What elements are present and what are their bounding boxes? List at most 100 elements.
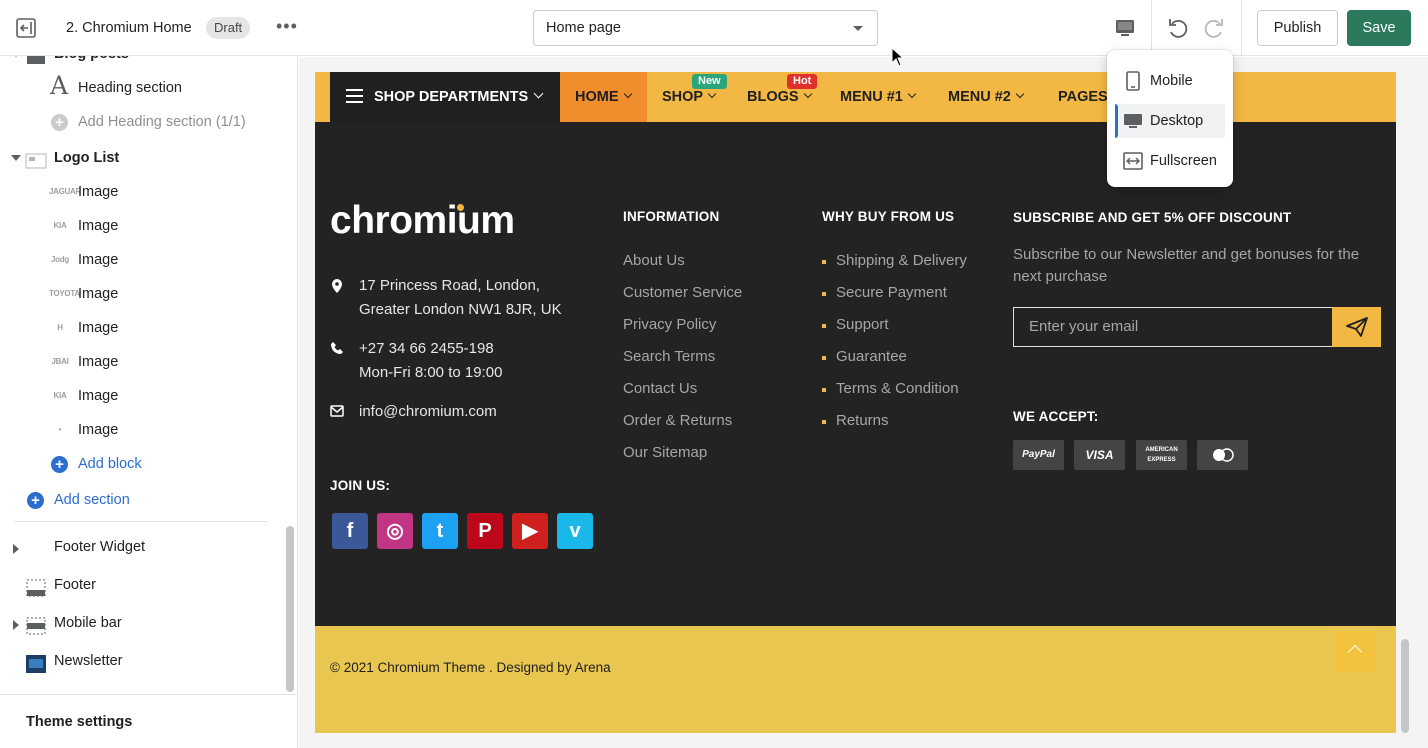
footer-link[interactable]: Support <box>836 315 889 335</box>
send-icon[interactable] <box>1332 307 1381 347</box>
section-icon <box>26 56 46 64</box>
redo-icon[interactable] <box>1201 15 1227 41</box>
new-badge: New <box>692 74 727 89</box>
footer-link[interactable]: Returns <box>836 411 889 431</box>
vimeo-icon[interactable]: v <box>557 513 593 549</box>
save-button[interactable]: Save <box>1347 10 1411 46</box>
pinterest-icon[interactable]: P <box>467 513 503 549</box>
fullscreen-icon <box>1123 152 1143 170</box>
phone-number: +27 34 66 2455-198 <box>359 340 494 357</box>
sidebar-scrollbar[interactable] <box>286 526 294 692</box>
chevron-down-icon <box>11 56 21 57</box>
hot-badge: Hot <box>787 74 818 89</box>
amex-icon: AMERICAN EXPRESS <box>1136 440 1187 470</box>
contact-email[interactable]: info@chromium.com <box>359 400 497 424</box>
desktop-icon[interactable] <box>1112 15 1138 41</box>
theme-settings-button[interactable]: Theme settings <box>0 694 297 748</box>
add-block-button[interactable]: + Add block <box>0 447 284 481</box>
more-icon[interactable]: ••• <box>276 17 298 39</box>
subscribe-text-2: next purchase <box>1013 268 1108 285</box>
footer-link[interactable]: Privacy Policy <box>623 315 716 335</box>
sidebar-item-logo-image[interactable]: JBAI Image <box>0 345 284 379</box>
nav-item-pages[interactable]: PAGES <box>1058 72 1108 122</box>
footer-link[interactable]: Terms & Condition <box>836 379 959 399</box>
newsletter-thumbnail-icon <box>26 652 46 673</box>
desktop-icon <box>1124 114 1142 128</box>
sidebar-item-footer[interactable]: Footer <box>0 568 284 602</box>
device-option-desktop[interactable]: Desktop <box>1115 104 1225 138</box>
sidebar-item-label: Blog posts <box>54 56 129 71</box>
footer-link[interactable]: Order & Returns <box>623 411 732 431</box>
sidebar-item-label: Image <box>78 184 119 200</box>
nav-label: HOME <box>575 89 619 105</box>
sidebar-item-footer-widget[interactable]: Footer Widget <box>0 530 284 564</box>
nav-item-home[interactable]: HOME <box>560 72 647 122</box>
footer-link[interactable]: Search Terms <box>623 347 715 367</box>
subscribe-text: Subscribe to our Newsletter and get bonu… <box>1013 246 1360 263</box>
sidebar-item-newsletter[interactable]: Newsletter <box>0 644 284 678</box>
device-option-label: Desktop <box>1150 113 1204 129</box>
sidebar-item-label: Image <box>78 252 119 268</box>
back-to-top-button[interactable] <box>1335 631 1376 672</box>
sidebar-item-logo-list[interactable]: Logo List <box>0 141 284 175</box>
preview-canvas: SHOP DEPARTMENTS HOME SHOP New BLOGS Hot… <box>299 57 1428 748</box>
bullet-icon <box>822 324 826 328</box>
exit-icon[interactable] <box>14 16 38 40</box>
youtube-icon[interactable]: ▶ <box>512 513 548 549</box>
undo-icon[interactable] <box>1165 15 1191 41</box>
bullet-icon <box>822 356 826 360</box>
sidebar-item-logo-image[interactable]: KIA Image <box>0 379 284 413</box>
sidebar-item-logo-image[interactable]: JAGUAR Image <box>0 175 284 209</box>
device-option-label: Fullscreen <box>1150 153 1217 169</box>
nav-item-menu-1[interactable]: MENU #1 <box>840 72 917 122</box>
nav-label: MENU #1 <box>840 89 903 105</box>
sidebar-item-logo-image[interactable]: KIA Image <box>0 209 284 243</box>
device-option-mobile[interactable]: Mobile <box>1107 64 1233 98</box>
twitter-icon[interactable]: t <box>422 513 458 549</box>
sidebar-item-logo-image[interactable]: • Image <box>0 413 284 447</box>
sidebar-item-blog-posts[interactable]: Blog posts <box>0 56 284 71</box>
sidebar-item-logo-image[interactable]: TOYOTA Image <box>0 277 284 311</box>
divider <box>14 521 268 522</box>
bullet-icon <box>822 420 826 424</box>
page-select[interactable]: Home page <box>533 10 878 46</box>
bullet-icon <box>822 388 826 392</box>
sidebar-item-label: Add Heading section (1/1) <box>78 114 246 130</box>
footer-link[interactable]: Customer Service <box>623 283 742 303</box>
preview-scrollbar[interactable] <box>1401 639 1409 733</box>
footer-link[interactable]: About Us <box>623 251 685 271</box>
shop-departments-label: SHOP DEPARTMENTS <box>374 89 529 105</box>
address-line-1: 17 Princess Road, London, <box>359 277 540 294</box>
sidebar-item-logo-image[interactable]: Jodg Image <box>0 243 284 277</box>
status-badge: Draft <box>206 17 251 39</box>
footer-link[interactable]: Shipping & Delivery <box>836 251 967 271</box>
brand-logo[interactable]: chromium <box>330 199 515 243</box>
information-heading: INFORMATION <box>623 209 720 224</box>
paypal-icon: PayPal <box>1013 440 1064 470</box>
shop-departments-button[interactable]: SHOP DEPARTMENTS <box>330 72 560 122</box>
newsletter-email-input[interactable]: Enter your email <box>1013 307 1333 347</box>
add-icon: + <box>51 456 68 473</box>
instagram-icon[interactable]: ◎ <box>377 513 413 549</box>
add-section-button[interactable]: + Add section <box>0 483 284 517</box>
sidebar-item-label: Image <box>78 320 119 336</box>
device-option-fullscreen[interactable]: Fullscreen <box>1107 144 1233 178</box>
sections-sidebar: Blog posts A Heading section + Add Headi… <box>0 56 298 748</box>
logo-thumbnail-icon: KIA <box>53 391 67 400</box>
chevron-down-icon <box>11 155 21 161</box>
nav-label: SHOP <box>662 89 704 105</box>
footer-link[interactable]: Contact Us <box>623 379 697 399</box>
sidebar-item-heading-section[interactable]: A Heading section <box>0 71 284 105</box>
bullet-icon <box>822 260 826 264</box>
facebook-icon[interactable]: f <box>332 513 368 549</box>
add-heading-section-button[interactable]: + Add Heading section (1/1) <box>0 105 284 139</box>
publish-button[interactable]: Publish <box>1257 10 1338 46</box>
store-preview[interactable]: SHOP DEPARTMENTS HOME SHOP New BLOGS Hot… <box>315 72 1396 733</box>
copyright-bar <box>315 626 1396 733</box>
footer-link[interactable]: Guarantee <box>836 347 907 367</box>
footer-link[interactable]: Our Sitemap <box>623 443 707 463</box>
sidebar-item-mobile-bar[interactable]: Mobile bar <box>0 606 284 640</box>
nav-item-menu-2[interactable]: MENU #2 <box>948 72 1025 122</box>
footer-link[interactable]: Secure Payment <box>836 283 947 303</box>
sidebar-item-logo-image[interactable]: H Image <box>0 311 284 345</box>
